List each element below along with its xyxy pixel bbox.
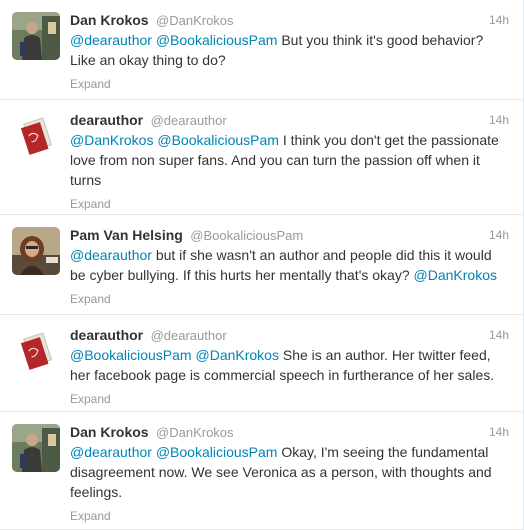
mention-link[interactable]: @DanKrokos [196,347,279,363]
tweet-header: Dan Krokos @DanKrokos 14h [70,422,509,442]
tweet-header: dearauthor @dearauthor 14h [70,110,509,130]
avatar[interactable] [12,112,60,160]
tweet[interactable]: Pam Van Helsing @BookaliciousPam 14h @de… [0,215,523,315]
fullname[interactable]: Dan Krokos [70,424,149,440]
mention-link[interactable]: @BookaliciousPam [157,132,279,148]
expand-link[interactable]: Expand [70,196,509,212]
tweet-content: dearauthor @dearauthor 14h @Bookalicious… [70,325,509,407]
tweet-text: @BookaliciousPam @DanKrokos She is an au… [70,345,509,385]
tweet-text: @dearauthor but if she wasn't an author … [70,245,509,285]
tweet[interactable]: dearauthor @dearauthor 14h @DanKrokos @B… [0,100,523,215]
mention-link[interactable]: @dearauthor [70,444,152,460]
tweet-content: Pam Van Helsing @BookaliciousPam 14h @de… [70,225,509,307]
tweet-timeline: Dan Krokos @DanKrokos 14h @dearauthor @B… [0,0,524,530]
avatar[interactable] [12,424,60,472]
fullname[interactable]: Dan Krokos [70,12,149,28]
avatar[interactable] [12,227,60,275]
timestamp[interactable]: 14h [489,110,509,130]
tweet-content: dearauthor @dearauthor 14h @DanKrokos @B… [70,110,509,212]
tweet-text: @dearauthor @BookaliciousPam Okay, I'm s… [70,442,509,502]
tweet-header: Pam Van Helsing @BookaliciousPam 14h [70,225,509,245]
username[interactable]: @DanKrokos [156,13,234,28]
expand-link[interactable]: Expand [70,391,509,407]
username[interactable]: @BookaliciousPam [190,228,303,243]
dan-avatar-icon [12,12,60,60]
fullname[interactable]: Pam Van Helsing [70,227,183,243]
mention-link[interactable]: @DanKrokos [414,267,497,283]
username[interactable]: @dearauthor [151,328,227,343]
dearauthor-avatar-icon [12,112,60,160]
expand-link[interactable]: Expand [70,291,509,307]
mention-link[interactable]: @dearauthor [70,247,152,263]
mention-link[interactable]: @dearauthor [70,32,152,48]
mention-link[interactable]: @DanKrokos [70,132,153,148]
expand-link[interactable]: Expand [70,508,509,524]
fullname[interactable]: dearauthor [70,327,143,343]
tweet[interactable]: Dan Krokos @DanKrokos 14h @dearauthor @B… [0,0,523,100]
tweet-header: dearauthor @dearauthor 14h [70,325,509,345]
mention-link[interactable]: @BookaliciousPam [156,444,278,460]
tweet-content: Dan Krokos @DanKrokos 14h @dearauthor @B… [70,10,509,92]
timestamp[interactable]: 14h [489,422,509,442]
timestamp[interactable]: 14h [489,10,509,30]
tweet-content: Dan Krokos @DanKrokos 14h @dearauthor @B… [70,422,509,524]
mention-link[interactable]: @BookaliciousPam [156,32,278,48]
fullname[interactable]: dearauthor [70,112,143,128]
tweet[interactable]: dearauthor @dearauthor 14h @Bookalicious… [0,315,523,412]
avatar[interactable] [12,12,60,60]
tweet[interactable]: Dan Krokos @DanKrokos 14h @dearauthor @B… [0,412,523,530]
pam-avatar-icon [12,227,60,275]
avatar[interactable] [12,327,60,375]
tweet-header: Dan Krokos @DanKrokos 14h [70,10,509,30]
tweet-text: @dearauthor @BookaliciousPam But you thi… [70,30,509,70]
expand-link[interactable]: Expand [70,76,509,92]
timestamp[interactable]: 14h [489,325,509,345]
timestamp[interactable]: 14h [489,225,509,245]
dan-avatar-icon [12,424,60,472]
mention-link[interactable]: @BookaliciousPam [70,347,192,363]
tweet-text: @DanKrokos @BookaliciousPam I think you … [70,130,509,190]
username[interactable]: @dearauthor [151,113,227,128]
username[interactable]: @DanKrokos [156,425,234,440]
dearauthor-avatar-icon [12,327,60,375]
